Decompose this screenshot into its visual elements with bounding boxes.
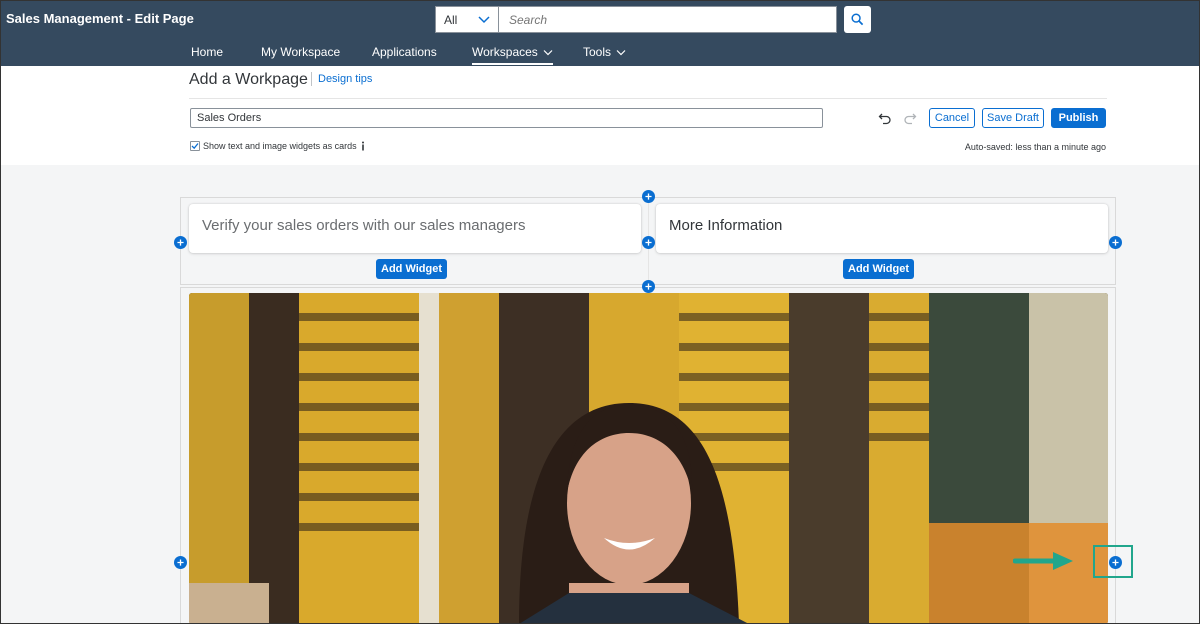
nav-applications[interactable]: Applications: [372, 44, 437, 60]
add-widget-button[interactable]: Add Widget: [376, 259, 447, 279]
card-text: Verify your sales orders with our sales …: [202, 217, 526, 234]
nav-my-workspace-label: My Workspace: [261, 45, 341, 59]
nav-applications-label: Applications: [372, 45, 437, 59]
publish-button[interactable]: Publish: [1051, 108, 1106, 128]
redo-icon[interactable]: [903, 111, 917, 125]
nav-tools[interactable]: Tools: [583, 44, 626, 60]
nav-workspaces-label: Workspaces: [472, 45, 538, 59]
chevron-down-icon: [616, 49, 626, 55]
text-widget-card[interactable]: Verify your sales orders with our sales …: [189, 204, 641, 253]
cards-checkbox[interactable]: [190, 141, 200, 151]
plus-icon: [645, 193, 652, 200]
info-icon[interactable]: [360, 141, 366, 151]
nav-home-label: Home: [191, 45, 224, 59]
photo-image: [189, 293, 1108, 624]
cards-checkbox-label: Show text and image widgets as cards: [203, 141, 357, 151]
plus-icon: [177, 559, 184, 566]
add-column-button[interactable]: [1109, 236, 1122, 249]
add-widget-button[interactable]: Add Widget: [843, 259, 914, 279]
add-column-button[interactable]: [174, 236, 187, 249]
callout-highlight-box: [1093, 545, 1133, 578]
add-section-button[interactable]: [642, 190, 655, 203]
top-navigation: Home My Workspace Applications Workspace…: [0, 44, 1200, 66]
search-scope-select[interactable]: All: [435, 6, 499, 33]
nav-my-workspace[interactable]: My Workspace: [261, 44, 340, 60]
chevron-down-icon: [478, 15, 490, 23]
plus-icon: [177, 239, 184, 246]
cancel-button[interactable]: Cancel: [929, 108, 975, 128]
search-icon: [851, 13, 864, 26]
nav-home[interactable]: Home: [191, 44, 223, 60]
autosave-status: Auto-saved: less than a minute ago: [964, 142, 1106, 152]
search-button[interactable]: [844, 6, 871, 33]
plus-icon: [645, 283, 652, 290]
card-text: More Information: [669, 217, 783, 234]
image-widget[interactable]: [189, 293, 1108, 624]
arrow-right-icon: [1013, 552, 1073, 570]
add-column-button[interactable]: [174, 556, 187, 569]
add-column-button[interactable]: [642, 236, 655, 249]
page-title: Add a Workpage: [189, 71, 308, 88]
add-section-button[interactable]: [642, 280, 655, 293]
editor-toolbar: Add a Workpage Design tips Cancel Save D…: [0, 66, 1200, 165]
plus-icon: [1112, 239, 1119, 246]
text-widget-card[interactable]: More Information: [656, 204, 1108, 253]
nav-workspaces[interactable]: Workspaces: [472, 44, 553, 65]
search-group: All: [435, 6, 837, 33]
divider: [189, 98, 1107, 99]
save-draft-button[interactable]: Save Draft: [982, 108, 1044, 128]
cards-option: Show text and image widgets as cards: [190, 141, 366, 151]
app-title: Sales Management - Edit Page: [6, 11, 194, 26]
page-name-input[interactable]: [190, 108, 823, 128]
design-tips-link[interactable]: Design tips: [311, 72, 372, 86]
plus-icon: [645, 239, 652, 246]
undo-icon[interactable]: [878, 111, 892, 125]
shell-header: Sales Management - Edit Page All Home My…: [0, 0, 1200, 66]
search-input[interactable]: [499, 6, 837, 33]
search-scope-value: All: [444, 12, 458, 27]
checkmark-icon: [191, 143, 199, 150]
nav-tools-label: Tools: [583, 45, 612, 59]
chevron-down-icon: [543, 49, 553, 55]
